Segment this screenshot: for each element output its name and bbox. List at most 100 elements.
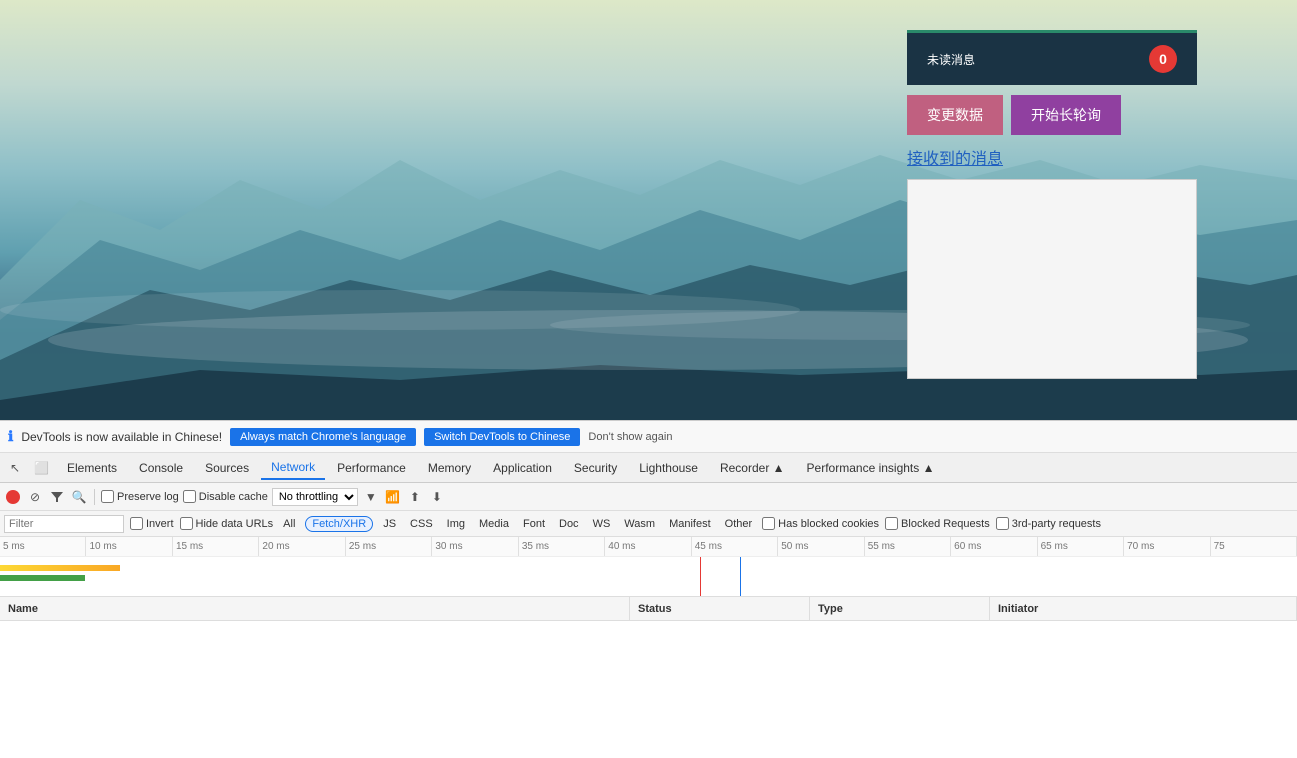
- has-blocked-cookies-label[interactable]: Has blocked cookies: [762, 517, 879, 530]
- tab-performance[interactable]: Performance: [327, 457, 416, 479]
- tick-30ms: 30 ms: [432, 537, 518, 556]
- app-ui-overlay: 未读消息 0 变更数据 开始长轮询 接收到的消息: [907, 30, 1197, 379]
- tab-performance-insights[interactable]: Performance insights ▲: [797, 457, 945, 479]
- dont-show-again-button[interactable]: Don't show again: [588, 431, 672, 443]
- tab-network[interactable]: Network: [261, 456, 325, 480]
- filter-media[interactable]: Media: [475, 517, 513, 531]
- blocked-requests-checkbox[interactable]: [885, 517, 898, 530]
- change-data-button[interactable]: 变更数据: [907, 95, 1003, 135]
- devtools-tabs: ↖ ⬜ Elements Console Sources Network Per…: [0, 453, 1297, 483]
- filter-input[interactable]: [4, 515, 124, 533]
- tab-application[interactable]: Application: [483, 457, 562, 479]
- invert-checkbox[interactable]: [130, 517, 143, 530]
- hide-data-urls-checkbox[interactable]: [180, 517, 193, 530]
- upload-icon[interactable]: ⬆: [406, 488, 424, 506]
- yellow-bar: [0, 565, 120, 571]
- action-buttons: 变更数据 开始长轮询: [907, 95, 1197, 135]
- hide-data-urls-label[interactable]: Hide data URLs: [180, 517, 274, 530]
- filter-button[interactable]: [48, 488, 66, 506]
- filter-ws[interactable]: WS: [589, 517, 615, 531]
- search-button[interactable]: 🔍: [70, 488, 88, 506]
- wifi-icon[interactable]: 📶: [384, 488, 402, 506]
- tick-55ms: 55 ms: [865, 537, 951, 556]
- filter-css[interactable]: CSS: [406, 517, 437, 531]
- cursor-icon[interactable]: ↖: [4, 457, 26, 479]
- tick-25ms: 25 ms: [346, 537, 432, 556]
- throttle-arrow-icon[interactable]: ▼: [362, 488, 380, 506]
- preserve-log-checkbox[interactable]: [101, 490, 114, 503]
- header-name[interactable]: Name: [0, 597, 630, 620]
- stop-recording-button[interactable]: ⊘: [26, 488, 44, 506]
- tick-60ms: 60 ms: [951, 537, 1037, 556]
- blue-marker: [740, 557, 741, 597]
- has-blocked-cookies-checkbox[interactable]: [762, 517, 775, 530]
- tick-45ms: 45 ms: [692, 537, 778, 556]
- received-messages-label: 接收到的消息: [907, 145, 1197, 169]
- filter-manifest[interactable]: Manifest: [665, 517, 715, 531]
- info-icon: ℹ: [8, 428, 13, 445]
- header-type[interactable]: Type: [810, 597, 990, 620]
- tick-10ms: 10 ms: [86, 537, 172, 556]
- tick-50ms: 50 ms: [778, 537, 864, 556]
- tick-70ms: 70 ms: [1124, 537, 1210, 556]
- device-toolbar-icon[interactable]: ⬜: [28, 457, 55, 479]
- tab-memory[interactable]: Memory: [418, 457, 481, 479]
- tab-console[interactable]: Console: [129, 457, 193, 479]
- unread-bar: 未读消息 0: [907, 30, 1197, 85]
- unread-label: 未读消息: [927, 51, 975, 68]
- tab-sources[interactable]: Sources: [195, 457, 259, 479]
- green-bar: [0, 575, 85, 581]
- network-toolbar: ⊘ 🔍 Preserve log Disable cache No thrott…: [0, 483, 1297, 511]
- timeline-ruler: 5 ms 10 ms 15 ms 20 ms 25 ms 30 ms 35 ms…: [0, 537, 1297, 557]
- unread-badge: 0: [1149, 45, 1177, 73]
- tick-35ms: 35 ms: [519, 537, 605, 556]
- page-background: 未读消息 0 变更数据 开始长轮询 接收到的消息: [0, 0, 1297, 420]
- timeline-area[interactable]: 5 ms 10 ms 15 ms 20 ms 25 ms 30 ms 35 ms…: [0, 537, 1297, 597]
- tick-65ms: 65 ms: [1038, 537, 1124, 556]
- devtools-infobar: ℹ DevTools is now available in Chinese! …: [0, 421, 1297, 453]
- red-marker: [700, 557, 701, 597]
- filter-row: Invert Hide data URLs All Fetch/XHR JS C…: [0, 511, 1297, 537]
- tab-elements[interactable]: Elements: [57, 457, 127, 479]
- tick-40ms: 40 ms: [605, 537, 691, 556]
- header-status[interactable]: Status: [630, 597, 810, 620]
- start-longpoll-button[interactable]: 开始长轮询: [1011, 95, 1121, 135]
- tab-recorder[interactable]: Recorder ▲: [710, 457, 795, 479]
- filter-all[interactable]: All: [279, 517, 299, 531]
- filter-fetch-xhr[interactable]: Fetch/XHR: [305, 516, 373, 532]
- download-icon[interactable]: ⬇: [428, 488, 446, 506]
- message-box[interactable]: [907, 179, 1197, 379]
- filter-font[interactable]: Font: [519, 517, 549, 531]
- blocked-requests-label[interactable]: Blocked Requests: [885, 517, 990, 530]
- filter-icon: [50, 490, 64, 504]
- network-table-header: Name Status Type Initiator: [0, 597, 1297, 621]
- filter-doc[interactable]: Doc: [555, 517, 583, 531]
- tab-security[interactable]: Security: [564, 457, 627, 479]
- filter-wasm[interactable]: Wasm: [620, 517, 659, 531]
- separator-1: [94, 489, 95, 505]
- tick-20ms: 20 ms: [259, 537, 345, 556]
- third-party-checkbox[interactable]: [996, 517, 1009, 530]
- infobar-text: DevTools is now available in Chinese!: [21, 430, 222, 444]
- devtools-panel: ℹ DevTools is now available in Chinese! …: [0, 420, 1297, 758]
- invert-label[interactable]: Invert: [130, 517, 174, 530]
- disable-cache-checkbox[interactable]: [183, 490, 196, 503]
- header-initiator[interactable]: Initiator: [990, 597, 1297, 620]
- record-button[interactable]: [4, 488, 22, 506]
- tick-75ms: 75: [1211, 537, 1297, 556]
- filter-js[interactable]: JS: [379, 517, 400, 531]
- disable-cache-label[interactable]: Disable cache: [183, 490, 268, 503]
- preserve-log-label[interactable]: Preserve log: [101, 490, 179, 503]
- tick-5ms: 5 ms: [0, 537, 86, 556]
- filter-img[interactable]: Img: [443, 517, 469, 531]
- network-table-body[interactable]: [0, 621, 1297, 758]
- throttle-select[interactable]: No throttling: [272, 488, 358, 506]
- match-language-button[interactable]: Always match Chrome's language: [230, 428, 416, 446]
- timeline-bars: [0, 557, 1297, 597]
- switch-chinese-button[interactable]: Switch DevTools to Chinese: [424, 428, 580, 446]
- tab-lighthouse[interactable]: Lighthouse: [629, 457, 708, 479]
- filter-other[interactable]: Other: [721, 517, 757, 531]
- record-circle-icon: [6, 490, 20, 504]
- third-party-label[interactable]: 3rd-party requests: [996, 517, 1101, 530]
- tick-15ms: 15 ms: [173, 537, 259, 556]
